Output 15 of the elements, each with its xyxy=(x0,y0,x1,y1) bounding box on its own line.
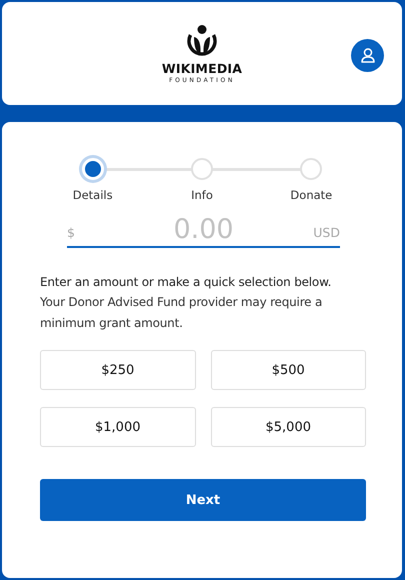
amount-option[interactable]: $1,000 xyxy=(40,407,196,447)
note-text: Your Donor Advised Fund provider may require a minimum grant amount. xyxy=(40,294,324,332)
currency-symbol: $ xyxy=(67,225,75,240)
step-label: Details xyxy=(72,188,113,202)
step-label: Info xyxy=(191,188,213,202)
logo-name: WIKIMEDIA xyxy=(162,61,242,76)
amount-option[interactable]: $5,000 xyxy=(210,407,366,447)
amount-option[interactable]: $250 xyxy=(40,350,196,390)
amount-option[interactable]: $500 xyxy=(210,350,366,390)
user-icon xyxy=(360,48,374,63)
next-button[interactable]: Next xyxy=(40,479,366,521)
instruction-text: Enter an amount or make a quick selection below. xyxy=(40,274,332,291)
step-label: Donate xyxy=(290,188,332,202)
currency-code: USD xyxy=(313,225,340,240)
account-button[interactable] xyxy=(351,39,384,72)
